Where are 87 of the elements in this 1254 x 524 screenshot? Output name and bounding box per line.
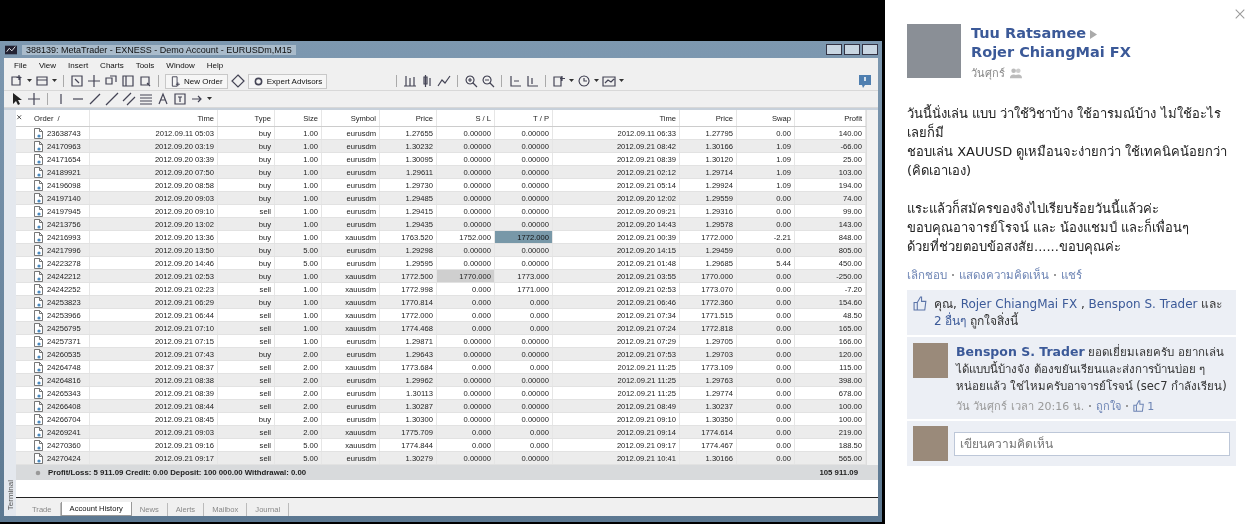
caret-icon[interactable] (52, 79, 57, 83)
triangle-icon (1090, 29, 1098, 39)
menu-item[interactable]: Help (200, 60, 230, 70)
comment-text: Benspon S. Trader ยอดเยี่ยมเลยครับ อยากเล่นได้แบบนี้บ้างจัง ต้องขยันเรียนและส่งการบ้านบ่อย ๆ หน่อยแล้ว ใช่ไหมครับอาจารย์โรจน์ (sec7 กำลังเรียน) (956, 343, 1228, 395)
diamond-icon[interactable] (230, 74, 245, 88)
trendline-icon[interactable] (88, 92, 102, 106)
photo-placeholder (907, 24, 961, 78)
caret-icon[interactable] (619, 79, 625, 83)
menu-item[interactable]: Tools (129, 60, 161, 70)
document-icon (34, 166, 43, 178)
caret-icon[interactable] (594, 79, 600, 83)
document-icon (34, 231, 43, 243)
action-link[interactable]: แสดงความคิดเห็น (959, 266, 1049, 284)
maximize-button[interactable] (844, 44, 860, 55)
document-icon (34, 322, 43, 334)
document-icon (34, 218, 43, 230)
commenter-link[interactable]: Benspon S. Trader (956, 344, 1085, 359)
menu-item[interactable]: File (8, 60, 33, 70)
document-icon (34, 296, 43, 308)
expert-advisors-button[interactable]: Expert Advisors (247, 73, 328, 89)
scrollbar[interactable] (866, 110, 878, 465)
menu-item[interactable]: Charts (94, 60, 130, 70)
likes-text: คุณ, Rojer ChiangMai FX , Benspon S. Trader และ 2 อื่นๆ ถูกใจสิ่งนี้ (934, 296, 1224, 330)
document-icon (34, 387, 43, 399)
photo-placeholder (913, 426, 948, 461)
document-icon (34, 413, 43, 425)
zoom-out-icon[interactable] (481, 74, 496, 88)
liker-link[interactable]: 2 อื่นๆ (934, 314, 967, 328)
liker-link[interactable]: Rojer ChiangMai FX (960, 297, 1078, 311)
document-icon (34, 283, 43, 295)
comment-time: วัน วันศุกร์ เวลา 20:16 น. (956, 399, 1085, 415)
line-icon[interactable] (105, 92, 119, 106)
document-icon (34, 374, 43, 386)
caret-icon[interactable] (569, 79, 575, 83)
line-chart-icon[interactable] (437, 74, 452, 88)
document-icon (34, 179, 43, 191)
document-icon (34, 270, 43, 282)
menu-item[interactable]: View (32, 60, 63, 70)
thumbs-up-icon (913, 296, 928, 311)
document-icon (34, 140, 43, 152)
document-icon (34, 335, 43, 347)
close-button[interactable] (862, 44, 878, 55)
action-link[interactable]: เลิกชอบ (907, 266, 947, 284)
post-text: ขอบคุณอาจารย์โรจน์ และ น้องแชมป์ และก็เพื่อนๆ (907, 218, 1191, 237)
document-icon (34, 153, 43, 165)
document-icon (34, 426, 43, 438)
caret-icon[interactable] (207, 97, 212, 101)
app-logo-icon (4, 43, 18, 56)
thumbs-up-icon (1133, 400, 1146, 412)
action-link[interactable]: แชร์ (1061, 266, 1082, 284)
author-link[interactable]: Tuu Ratsamee (971, 25, 1087, 41)
minimize-button[interactable] (826, 44, 842, 55)
channel-icon[interactable] (122, 92, 136, 106)
bar-chart-icon[interactable] (403, 74, 418, 88)
chat-icon[interactable] (858, 74, 872, 88)
comment-field[interactable]: เขียนความคิดเห็น (954, 431, 1230, 456)
post-text: ด้วยที่ช่วยตอบข้อสงสัย......ขอบคุณค่ะ (907, 237, 1122, 256)
document-icon (34, 348, 43, 360)
page-link[interactable]: Rojer ChiangMai FX (971, 44, 1131, 60)
terminal-label: Terminal (5, 479, 15, 510)
liker-link[interactable]: Benspon S. Trader (1088, 297, 1198, 311)
document-icon (34, 257, 43, 269)
window-icon[interactable] (121, 74, 135, 88)
menu-item[interactable]: Insert (62, 60, 95, 70)
window-title: 388139: MetaTrader - EXNESS - Demo Account - EURUSDm,M15 (22, 44, 296, 55)
zoom-in-icon[interactable] (464, 74, 479, 88)
post-text: วันนี้นั่งเล่น แบบ ว่าใช้วิชาบ้าง ใช้อารมณ์บ้าง ไม่ใช้อะไรเลยก็มี (907, 104, 1222, 142)
document-icon (34, 309, 43, 321)
clock-icon[interactable] (577, 74, 592, 88)
post-date[interactable]: วันศุกร์ (971, 64, 1005, 82)
document-icon (34, 400, 43, 412)
document-icon (34, 361, 43, 373)
document-icon (34, 439, 43, 451)
post-text: ชอบเล่น XAUUSD ดูเหมือนจะง่ายกว่า ใช้เทคนิคน้อยกว่า (คิดเอาเอง) (907, 143, 1229, 180)
status-dot-icon (34, 468, 42, 477)
caret-icon[interactable] (27, 79, 32, 83)
document-icon (34, 452, 43, 464)
post-text: แระแล้วก็สมัครของจิงไปเรียบร้อยวันนี้แล้วค่ะ (907, 199, 1160, 218)
pointer-icon[interactable] (10, 92, 24, 106)
menu-item[interactable]: Window (160, 60, 201, 70)
text-icon[interactable] (156, 92, 170, 106)
people-icon (1009, 66, 1022, 80)
new-order-button[interactable]: New Order (165, 73, 228, 89)
document-icon (34, 244, 43, 256)
document-icon (34, 205, 43, 217)
photo-placeholder (913, 343, 948, 378)
document-icon (34, 192, 43, 204)
